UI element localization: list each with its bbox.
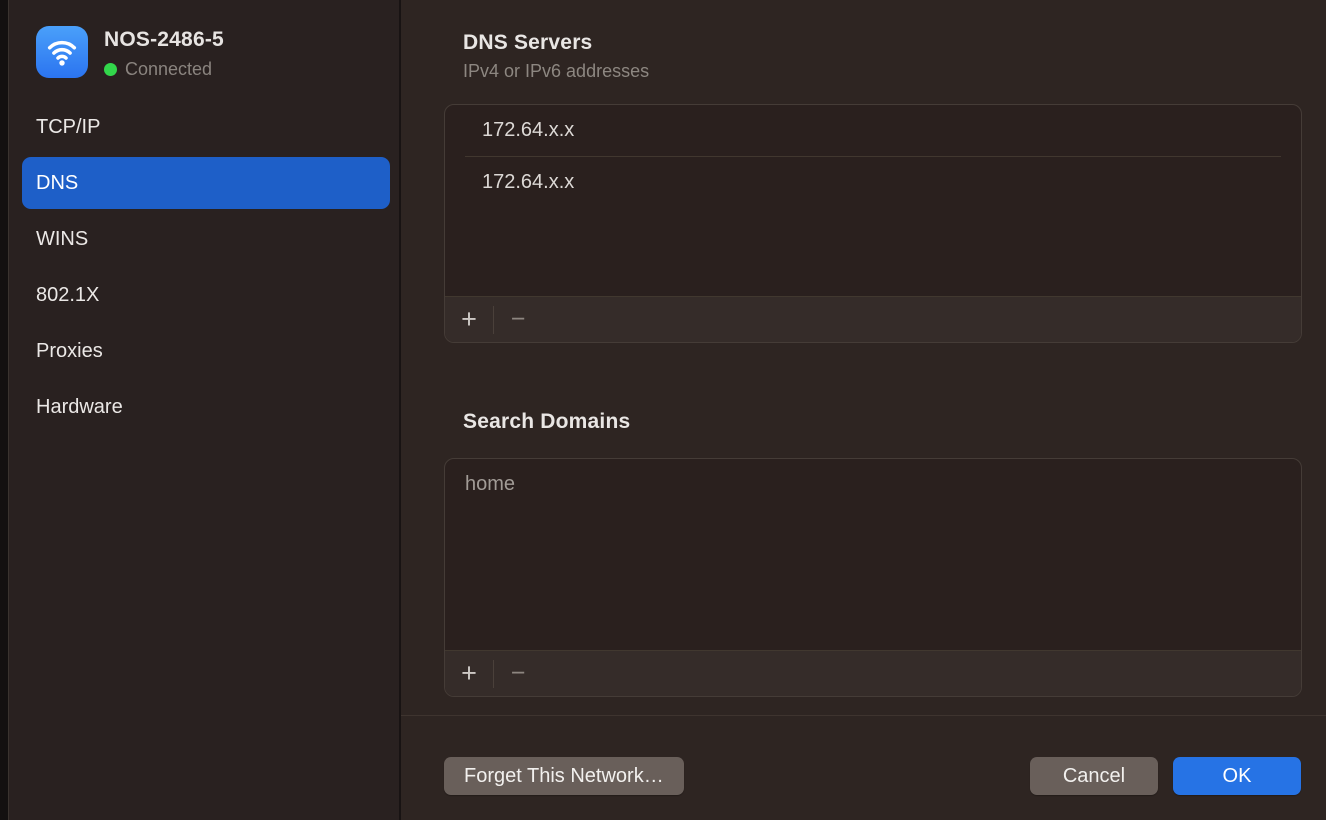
cancel-button[interactable]: Cancel	[1030, 757, 1158, 795]
sidebar-nav: TCP/IP DNS WINS 802.1X Proxies Hardware	[9, 101, 399, 437]
forget-network-button[interactable]: Forget This Network…	[444, 757, 684, 795]
add-dns-server-button[interactable]: +	[445, 297, 493, 342]
sidebar-item-hardware[interactable]: Hardware	[22, 381, 390, 433]
dns-servers-subtitle: IPv4 or IPv6 addresses	[463, 61, 649, 82]
search-domains-toolbar: + −	[445, 650, 1301, 696]
dns-settings-pane: DNS Servers IPv4 or IPv6 addresses 172.6…	[401, 0, 1326, 820]
ok-button[interactable]: OK	[1173, 757, 1301, 795]
dns-server-row[interactable]: 172.64.x.x	[445, 105, 1301, 156]
sidebar-item-dns[interactable]: DNS	[22, 157, 390, 209]
connection-status-label: Connected	[125, 59, 212, 80]
add-search-domain-button[interactable]: +	[445, 651, 493, 696]
connected-dot-icon	[104, 63, 117, 76]
dns-servers-rows: 172.64.x.x 172.64.x.x	[445, 105, 1301, 208]
sidebar-item-wins[interactable]: WINS	[22, 213, 390, 265]
search-domains-listbox: home + −	[444, 458, 1302, 697]
remove-search-domain-button[interactable]: −	[494, 651, 542, 696]
dns-servers-toolbar: + −	[445, 296, 1301, 342]
sidebar-item-proxies[interactable]: Proxies	[22, 325, 390, 377]
connection-status: Connected	[104, 59, 224, 80]
sidebar: NOS-2486-5 Connected TCP/IP DNS WINS 802…	[9, 0, 401, 820]
window-left-edge	[0, 0, 9, 820]
dns-server-row[interactable]: 172.64.x.x	[445, 157, 1301, 208]
sidebar-item-8021x[interactable]: 802.1X	[22, 269, 390, 321]
dns-servers-listbox: 172.64.x.x 172.64.x.x + −	[444, 104, 1302, 343]
search-domains-rows: home	[445, 459, 1301, 510]
wifi-icon	[36, 26, 88, 78]
network-name: NOS-2486-5	[104, 28, 224, 52]
connection-meta: NOS-2486-5 Connected	[104, 26, 224, 80]
dns-servers-title: DNS Servers	[463, 31, 592, 55]
search-domains-title: Search Domains	[463, 410, 630, 434]
minus-icon: −	[511, 305, 526, 334]
search-domain-row[interactable]: home	[445, 459, 1301, 510]
remove-dns-server-button[interactable]: −	[494, 297, 542, 342]
footer-divider	[401, 715, 1326, 716]
minus-icon: −	[511, 659, 526, 688]
plus-icon: +	[461, 658, 477, 689]
sidebar-item-tcpip[interactable]: TCP/IP	[22, 101, 390, 153]
connection-header: NOS-2486-5 Connected	[36, 26, 224, 80]
plus-icon: +	[461, 304, 477, 335]
